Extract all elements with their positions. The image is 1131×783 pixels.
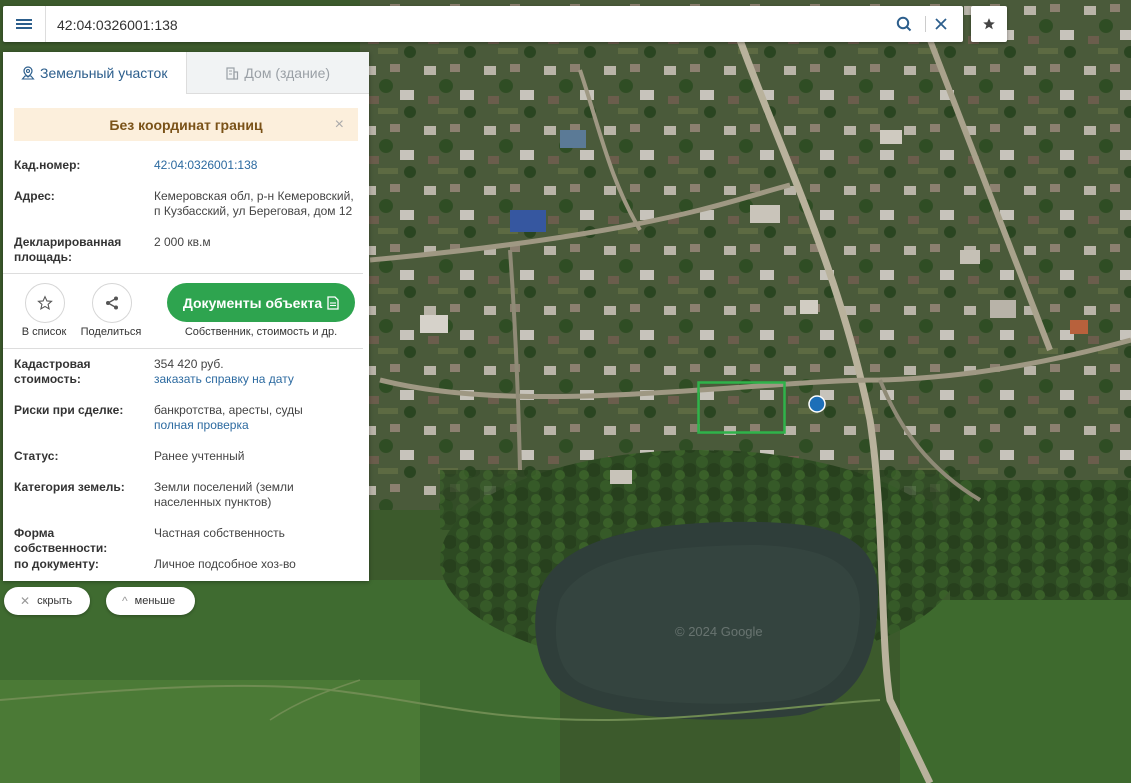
ownership-label: Форма собственности: (14, 526, 108, 555)
star-outline-icon (37, 295, 53, 310)
document-icon (327, 295, 339, 310)
address-label: Адрес: (14, 189, 55, 203)
search-separator (925, 16, 926, 32)
share-icon (106, 296, 118, 310)
object-tabs: Земельный участок Дом (здание) (3, 52, 369, 94)
star-icon (983, 18, 995, 30)
cadastral-number-value[interactable]: 42:04:0326001:138 (154, 158, 359, 173)
declared-area-value: 2 000 кв.м (154, 235, 211, 249)
hide-panel-button[interactable]: ✕ скрыть (4, 587, 90, 615)
cadastral-value-label: Кадастровая стоимость: (14, 357, 91, 386)
status-value: Ранее учтенный (154, 449, 245, 463)
divider (3, 273, 363, 274)
search-icon (896, 16, 912, 32)
add-to-list-label: В список (21, 326, 67, 338)
map-copyright: © 2024 Google (675, 624, 763, 639)
building-icon (226, 66, 239, 80)
risks-text: банкротства, аресты, суды (154, 403, 303, 417)
add-to-list-button[interactable] (25, 283, 65, 323)
object-info-panel: Земельный участок Дом (здание) Без коорд… (3, 52, 369, 581)
risks-value: банкротства, аресты, суды полная проверк… (154, 403, 359, 433)
warning-text: Без координат границ (109, 116, 263, 133)
search-input[interactable] (55, 6, 839, 44)
favorites-button[interactable] (971, 6, 1007, 42)
risks-label: Риски при сделке: (14, 403, 124, 417)
close-icon: ✕ (20, 594, 31, 608)
status-label: Статус: (14, 449, 59, 463)
less-label: меньше (134, 595, 176, 607)
no-boundaries-warning: Без координат границ × (14, 108, 358, 141)
documents-button-label: Документы объекта (182, 294, 323, 311)
search-button[interactable] (891, 6, 917, 42)
cadastral-number-label: Кад.номер: (14, 158, 81, 172)
search-bar (3, 6, 963, 44)
divider (3, 348, 363, 349)
clear-search-button[interactable] (927, 6, 955, 42)
location-marker[interactable] (808, 395, 826, 413)
tab-land-plot-label: Земельный участок (40, 65, 168, 81)
land-category-label: Категория земель: (14, 480, 125, 494)
share-label: Поделиться (80, 326, 142, 338)
address-value: Кемеровская обл, р-н Кемеровский, п Кузб… (154, 189, 354, 218)
order-certificate-link[interactable]: заказать справку на дату (154, 372, 294, 386)
hamburger-icon (16, 17, 32, 31)
land-plot-icon (21, 66, 35, 80)
declared-area-label: Декларированная площадь: (14, 235, 122, 264)
chevron-up-icon: ^ (122, 594, 128, 608)
hide-label: скрыть (37, 595, 73, 607)
cadastral-value-amount: 354 420 руб. (154, 357, 224, 371)
close-warning-icon[interactable]: × (335, 116, 344, 134)
ownership-value: Частная собственность (154, 526, 285, 540)
share-button[interactable] (92, 283, 132, 323)
menu-button[interactable] (3, 6, 46, 42)
documents-subtitle: Собственник, стоимость и др. (184, 326, 338, 338)
by-document-label: по документу: (14, 557, 99, 571)
tab-building-label: Дом (здание) (244, 64, 331, 81)
full-check-link[interactable]: полная проверка (154, 418, 249, 432)
tab-building[interactable]: Дом (здание) (185, 52, 369, 94)
by-document-value: Личное подсобное хоз-во (154, 557, 296, 571)
less-button[interactable]: ^ меньше (106, 587, 195, 615)
object-documents-button[interactable]: Документы объекта (167, 283, 355, 322)
tab-land-plot[interactable]: Земельный участок (3, 52, 186, 94)
cadastral-value: 354 420 руб. заказать справку на дату (154, 357, 359, 387)
land-category-value: Земли поселений (земли населенных пункто… (154, 480, 294, 509)
close-icon (935, 18, 947, 30)
